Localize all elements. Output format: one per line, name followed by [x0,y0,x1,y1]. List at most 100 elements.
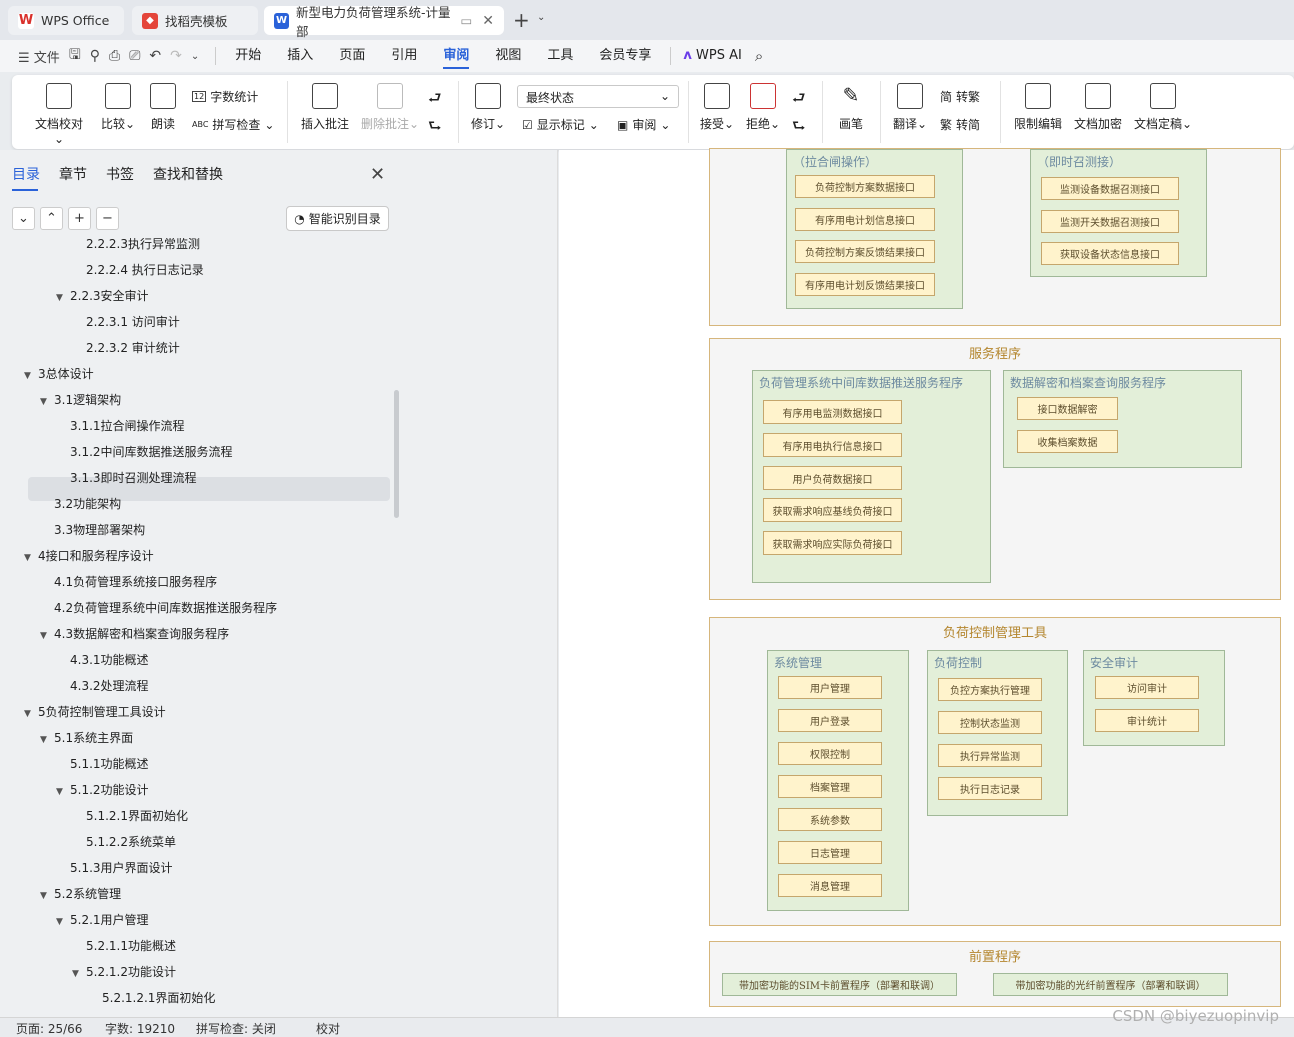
tab-wps-office[interactable]: W WPS Office [8,6,124,35]
toc-item[interactable]: 5.1.2.1界面初始化 [86,804,188,828]
toc-item[interactable]: ▼ 5.2系统管理 [40,882,121,906]
delete-comment-button[interactable]: 删除批注⌄ [358,83,422,132]
toc-item[interactable]: 3.1.1拉合闸操作流程 [70,414,185,438]
save-icon[interactable]: 🖫 [69,44,81,68]
toc-item[interactable]: 2.2.2.4 执行日志记录 [86,258,204,282]
tab-bookmarks[interactable]: 书签 [106,164,134,191]
tab-document[interactable]: W 新型电力负荷管理系统-计量部 ▭ ✕ [264,5,504,39]
print-preview-icon[interactable]: ⎚ [129,48,140,64]
expand-up-button[interactable]: ⌃ [40,207,63,230]
toc-item[interactable]: ▼ 5负荷控制管理工具设计 [24,700,166,724]
spell-check-status[interactable]: 拼写检查: 关闭 [196,1020,276,1037]
toc-item[interactable]: 3.1.2中间库数据推送服务流程 [70,440,233,464]
chevron-down-icon[interactable]: ⌄ [537,12,545,23]
close-tab-icon[interactable]: ✕ [482,13,494,29]
toc-item[interactable]: 4.2负荷管理系统中间库数据推送服务程序 [54,596,277,620]
toc-item[interactable]: 5.2.1.1功能概述 [86,934,176,958]
menu-view[interactable]: 视图 [482,40,534,72]
expand-arrow-icon[interactable]: ▼ [72,962,86,986]
toc-item[interactable]: ▼ 4.3数据解密和档案查询服务程序 [40,622,229,646]
toc-item[interactable]: ▼ 2.2.3安全审计 [56,284,149,308]
display-state-select[interactable]: 最终状态 ⌄ [517,85,679,108]
menu-reference[interactable]: 引用 [378,40,430,72]
read-aloud-button[interactable]: 朗读 [148,83,178,132]
expand-arrow-icon[interactable]: ▼ [56,780,70,804]
tab-toc[interactable]: 目录 [12,164,40,191]
show-marks-button[interactable]: ☑ 显示标记 ⌄ [522,116,599,133]
next-comment-icon[interactable]: ⮑ [428,116,442,141]
page-indicator[interactable]: 页面: 25/66 [16,1020,82,1037]
restrict-edit-button[interactable]: 限制编辑 [1012,83,1064,132]
doc-check-button[interactable]: 文档校对⌄ [30,83,88,146]
encrypt-button[interactable]: 文档加密 [1072,83,1124,132]
wps-ai-button[interactable]: ʌ WPS AI [677,40,754,72]
monitor-icon[interactable]: ▭ [460,13,472,28]
expand-arrow-icon[interactable]: ▼ [24,364,38,388]
toc-item[interactable]: 3.2功能架构 [54,492,121,516]
expand-arrow-icon[interactable]: ▼ [40,728,54,752]
toc-item[interactable]: ▼ 3总体设计 [24,362,94,386]
insert-comment-button[interactable]: 插入批注 [300,83,350,132]
prev-comment-icon[interactable]: ⮐ [428,88,442,113]
toc-item[interactable]: 2.2.3.2 审计统计 [86,336,180,360]
tab-find-replace[interactable]: 查找和替换 [153,164,223,191]
toc-item[interactable]: 4.1负荷管理系统接口服务程序 [54,570,217,594]
word-count[interactable]: 字数: 19210 [105,1020,175,1037]
toc-item[interactable]: 5.1.3用户界面设计 [70,856,173,880]
pen-button[interactable]: ✎ 画笔 [834,83,868,132]
search-icon[interactable]: ⌕ [755,47,763,65]
expand-arrow-icon[interactable]: ▼ [40,884,54,908]
compare-button[interactable]: 比较⌄ [98,83,138,132]
expand-arrow-icon[interactable]: ▼ [24,702,38,726]
tab-chapters[interactable]: 章节 [59,164,87,191]
translate-button[interactable]: 翻译⌄ [890,83,930,132]
review-pane-button[interactable]: ▣ 审阅 ⌄ [617,116,670,133]
track-changes-button[interactable]: 修订⌄ [468,83,508,132]
toc-item[interactable]: ▼ 5.1.2功能设计 [56,778,149,802]
toc-item[interactable]: 2.2.3.1 访问审计 [86,310,180,334]
spell-check-button[interactable]: ABC 拼写检查 ⌄ [192,116,274,133]
expand-arrow-icon[interactable]: ▼ [56,910,70,934]
toc-item[interactable]: ▼ 5.2.1.2功能设计 [72,960,176,984]
toc-item[interactable]: ▼ 5.1系统主界面 [40,726,133,750]
menu-start[interactable]: 开始 [222,40,274,72]
accept-button[interactable]: 接受⌄ [698,83,736,132]
toc-item[interactable]: 2.2.2.3执行异常监测 [86,238,200,256]
toc-item[interactable]: 3.3物理部署架构 [54,518,145,542]
prev-change-icon[interactable]: ⮐ [792,88,806,113]
reject-button[interactable]: 拒绝⌄ [744,83,782,132]
toc-item[interactable]: 5.1.1功能概述 [70,752,149,776]
redo-icon[interactable]: ↷ [170,48,182,64]
expand-arrow-icon[interactable]: ▼ [40,390,54,414]
print-icon[interactable]: ⎙ [109,48,120,64]
toc-item[interactable]: 5.2.1.2.1界面初始化 [102,986,215,1010]
menu-page[interactable]: 页面 [326,40,378,72]
menu-member[interactable]: 会员专享 [586,40,664,72]
menu-tools[interactable]: 工具 [534,40,586,72]
expand-arrow-icon[interactable]: ▼ [56,286,70,310]
tab-template[interactable]: ◆ 找稻壳模板 [132,6,258,35]
menu-review[interactable]: 审阅 [430,40,482,72]
share-icon[interactable]: ⚲ [90,48,100,64]
remove-heading-button[interactable]: − [96,207,119,230]
toc-item[interactable]: 3.1.3即时召测处理流程 [70,466,197,490]
toc-item[interactable]: ▼ 4接口和服务程序设计 [24,544,154,568]
add-heading-button[interactable]: + [68,207,91,230]
menu-insert[interactable]: 插入 [274,40,326,72]
finalize-button[interactable]: 文档定稿⌄ [1132,83,1194,132]
toc-item[interactable]: ▼ 3.1逻辑架构 [40,388,121,412]
to-traditional-button[interactable]: 简转繁 [940,88,980,105]
next-change-icon[interactable]: ⮑ [792,116,806,141]
toc-scrollbar[interactable] [394,390,399,518]
toc-item[interactable]: 4.3.2处理流程 [70,674,149,698]
undo-icon[interactable]: ↶ [149,48,161,64]
file-menu[interactable]: ☰ 文件 [18,47,60,66]
proofread-status[interactable]: 校对 [316,1020,340,1037]
expand-arrow-icon[interactable]: ▼ [24,546,38,570]
close-icon[interactable]: ✕ [370,164,385,185]
expand-arrow-icon[interactable]: ▼ [40,624,54,648]
more-icon[interactable]: ⌄ [191,51,199,62]
toc-item[interactable]: 5.1.2.2系统菜单 [86,830,176,854]
new-tab-icon[interactable]: + [513,8,530,32]
collapse-all-button[interactable]: ⌄ [12,207,35,230]
